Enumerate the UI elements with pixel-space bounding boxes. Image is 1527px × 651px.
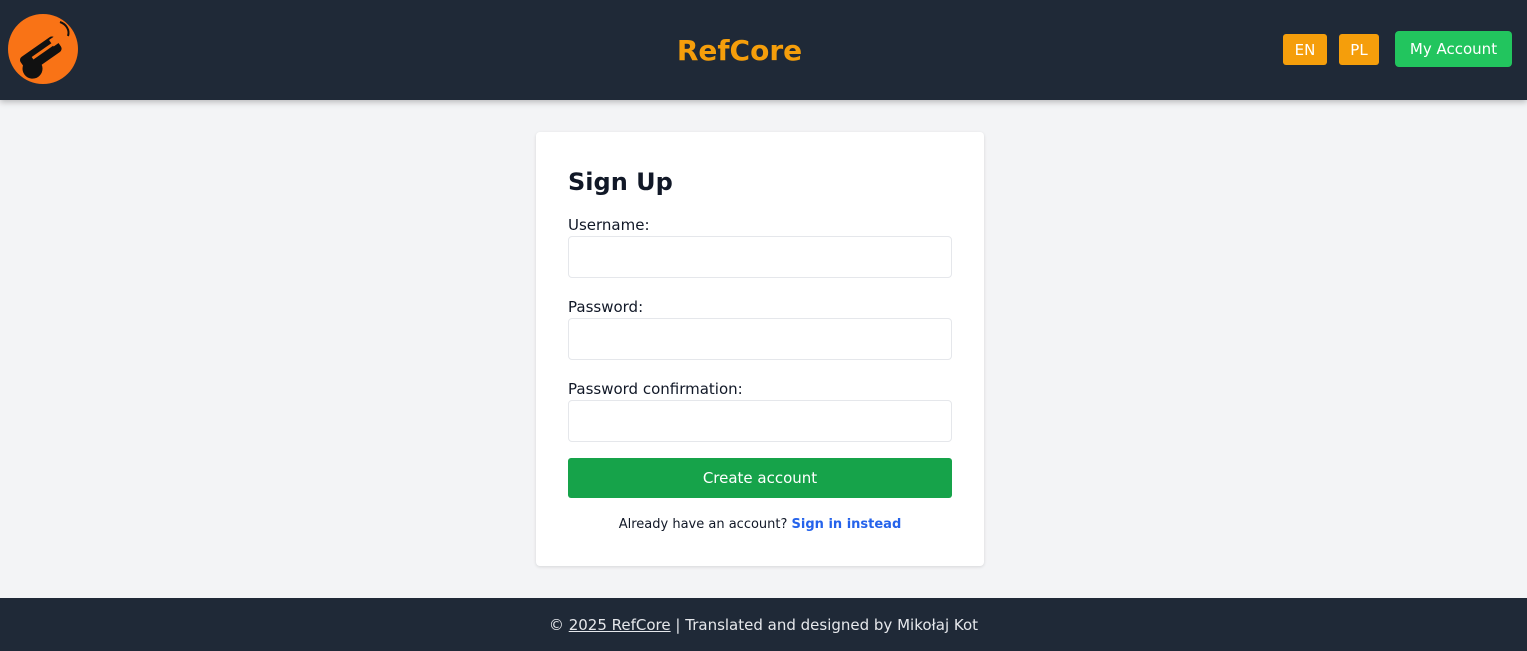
signin-prompt-row: Already have an account? Sign in instead: [568, 517, 952, 532]
footer-credit: Translated and designed by Mikołaj Kot: [685, 615, 979, 634]
sign-in-link[interactable]: Sign in instead: [792, 517, 902, 532]
password-confirmation-field[interactable]: [568, 400, 952, 442]
footer-home-link[interactable]: 2025 RefCore: [569, 616, 671, 634]
create-account-button[interactable]: Create account: [568, 458, 952, 498]
password-confirmation-label: Password confirmation:: [568, 380, 743, 398]
lang-en-button[interactable]: EN: [1283, 34, 1327, 65]
footer: © 2025 RefCore | Translated and designed…: [0, 598, 1527, 651]
lang-pl-button[interactable]: PL: [1339, 34, 1379, 65]
site-title[interactable]: RefCore: [677, 34, 802, 67]
my-account-button[interactable]: My Account: [1395, 31, 1512, 67]
username-field[interactable]: [568, 236, 952, 278]
copyright-symbol: ©: [548, 615, 564, 634]
username-label: Username:: [568, 216, 650, 234]
footer-separator: |: [675, 615, 681, 634]
password-label: Password:: [568, 298, 644, 316]
password-field[interactable]: [568, 318, 952, 360]
top-navbar: RefCore EN PL My Account: [0, 0, 1527, 100]
signup-card: Sign Up Username: Password: Password con…: [536, 132, 984, 566]
signin-prompt-text: Already have an account?: [618, 517, 788, 532]
whistle-icon[interactable]: [8, 14, 78, 84]
page-title: Sign Up: [568, 168, 673, 196]
